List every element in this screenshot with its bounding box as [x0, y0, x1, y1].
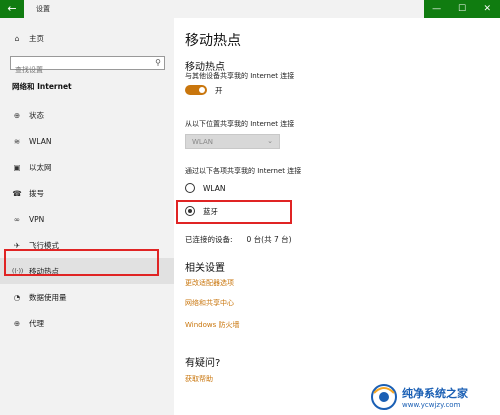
section-title: 网络和 Internet: [12, 82, 72, 91]
devices-label: 已连接的设备:: [185, 235, 233, 244]
search-box[interactable]: ⚲: [10, 56, 165, 76]
wifi-icon: ≋: [13, 136, 21, 146]
search-icon[interactable]: ⚲: [155, 58, 161, 67]
home-icon: ⌂: [14, 33, 20, 43]
radio-label: WLAN: [203, 183, 226, 193]
highlight-box-bluetooth: [176, 200, 292, 224]
watermark-url: www.ycwjzy.com: [402, 400, 461, 409]
sidebar-item-label: VPN: [29, 214, 45, 224]
connected-devices: 已连接的设备: 0 台(共 7 台): [185, 234, 292, 245]
sidebar-item-label: WLAN: [29, 136, 52, 146]
title-bar: ← 设置 — ☐ ✕: [0, 0, 500, 18]
sidebar-item-label: 数据使用量: [29, 292, 67, 302]
radio-button[interactable]: [185, 183, 195, 193]
sidebar-item-proxy[interactable]: ⊕ 代理: [0, 310, 174, 336]
search-input[interactable]: [11, 64, 146, 76]
watermark: 纯净系统之家 www.ycwjzy.com: [370, 378, 500, 415]
share-from-value: WLAN: [192, 138, 214, 146]
watermark-name: 纯净系统之家: [402, 386, 468, 400]
chevron-down-icon: ⌄: [267, 137, 273, 145]
nav-home[interactable]: ⌂ 主页: [12, 32, 44, 44]
watermark-logo-icon: [370, 383, 398, 411]
main-content: 移动热点 移动热点 与其他设备共享我的 Internet 连接 开 从以下位置共…: [174, 18, 500, 415]
sidebar-item-vpn[interactable]: ∞ VPN: [0, 206, 174, 232]
link-network-sharing-center[interactable]: 网络和共享中心: [185, 298, 234, 308]
sidebar-item-wlan[interactable]: ≋ WLAN: [0, 128, 174, 154]
share-description: 与其他设备共享我的 Internet 连接: [185, 72, 295, 80]
highlight-box-hotspot: [4, 249, 159, 276]
vpn-icon: ∞: [13, 214, 21, 224]
toggle-state-label: 开: [215, 86, 223, 95]
back-button[interactable]: ←: [0, 0, 24, 18]
link-adapter-options[interactable]: 更改适配器选项: [185, 278, 234, 288]
sidebar-item-status[interactable]: ⊕ 状态: [0, 102, 174, 128]
share-over-label: 通过以下各项共享我的 Internet 连接: [185, 167, 302, 175]
sidebar-item-label: 状态: [29, 110, 44, 120]
close-button[interactable]: ✕: [475, 0, 500, 18]
sidebar: ⌂ 主页 ⚲ 网络和 Internet ⊕ 状态 ≋ WLAN ▣ 以太网 ☎ …: [0, 18, 174, 415]
sidebar-item-data-usage[interactable]: ◔ 数据使用量: [0, 284, 174, 310]
ethernet-icon: ▣: [13, 162, 21, 172]
status-icon: ⊕: [13, 110, 21, 120]
related-settings-title: 相关设置: [185, 263, 225, 274]
radio-option-wlan[interactable]: WLAN: [185, 182, 226, 194]
phone-icon: ☎: [12, 188, 22, 198]
sidebar-item-label: 以太网: [29, 162, 52, 172]
globe-icon: ⊕: [13, 318, 21, 328]
data-usage-icon: ◔: [13, 292, 21, 302]
link-get-help[interactable]: 获取帮助: [185, 374, 213, 384]
sidebar-item-dialup[interactable]: ☎ 拨号: [0, 180, 174, 206]
nav-list: ⊕ 状态 ≋ WLAN ▣ 以太网 ☎ 拨号 ∞ VPN ✈ 飞行模式 ((·)…: [0, 102, 174, 336]
window-title: 设置: [36, 5, 50, 13]
page-title: 移动热点: [185, 33, 241, 49]
sidebar-item-label: 拨号: [29, 188, 44, 198]
sidebar-item-ethernet[interactable]: ▣ 以太网: [0, 154, 174, 180]
questions-title: 有疑问?: [185, 358, 221, 369]
share-from-label: 从以下位置共享我的 Internet 连接: [185, 120, 295, 128]
link-windows-firewall[interactable]: Windows 防火墙: [185, 320, 239, 330]
devices-count: 0 台(共 7 台): [246, 235, 292, 244]
maximize-button[interactable]: ☐: [449, 0, 474, 18]
sidebar-item-label: 代理: [29, 318, 44, 328]
minimize-button[interactable]: —: [424, 0, 449, 18]
window-controls: — ☐ ✕: [424, 0, 500, 18]
nav-home-label: 主页: [29, 33, 44, 43]
toggle-knob: [199, 87, 205, 93]
hotspot-toggle[interactable]: [185, 85, 207, 95]
share-from-select[interactable]: WLAN ⌄: [185, 134, 280, 149]
